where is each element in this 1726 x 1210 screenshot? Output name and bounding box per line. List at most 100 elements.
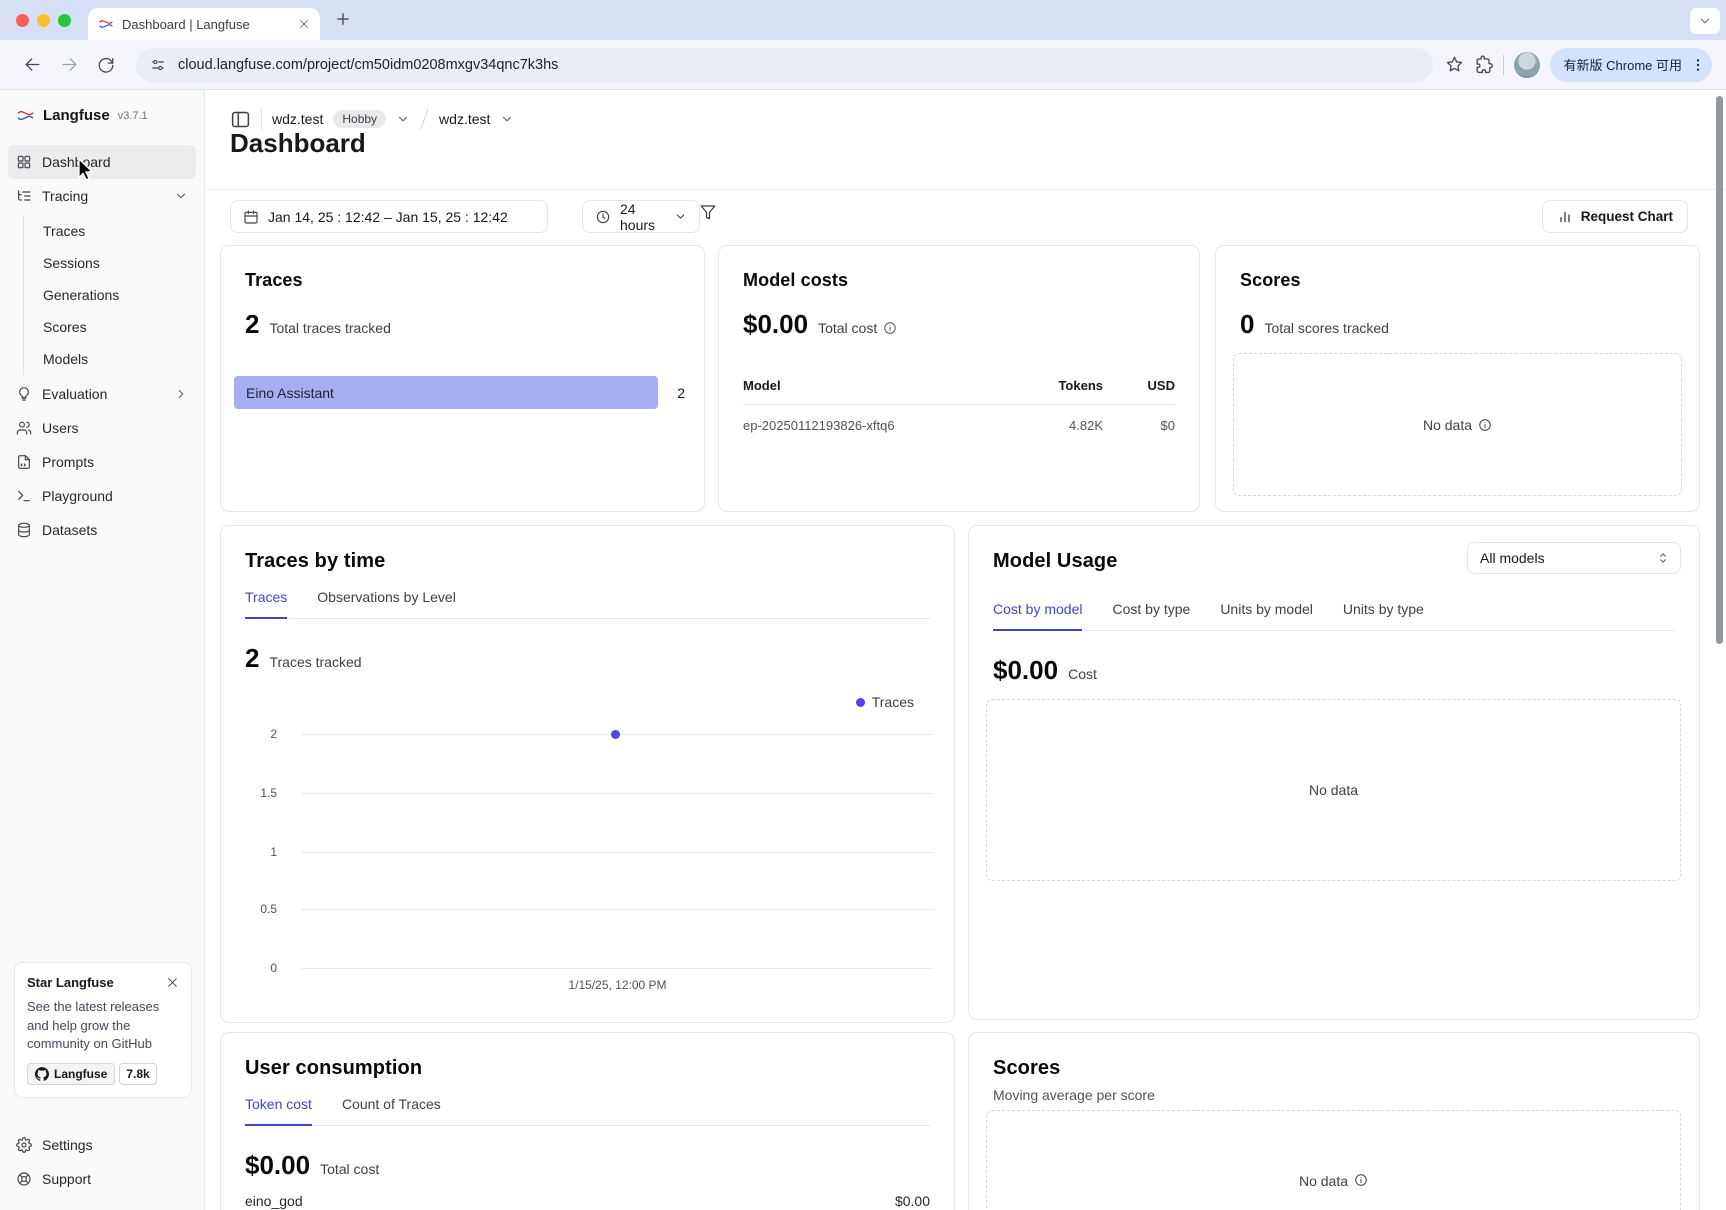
sidebar-item-dashboard[interactable]: Dashboard — [8, 145, 196, 179]
extensions-icon[interactable] — [1474, 55, 1493, 74]
tab-close-icon[interactable] — [298, 18, 310, 30]
sidebar: Langfuse v3.7.1 Dashboard Tracing Tra — [0, 90, 205, 1210]
clock-icon — [595, 209, 611, 225]
scores-bottom-empty-state: No data — [986, 1110, 1681, 1210]
grid-icon — [16, 154, 32, 170]
tab-units-by-model[interactable]: Units by model — [1220, 601, 1313, 630]
model-costs-table: Model Tokens USD ep-20250112193826-xftq6… — [743, 378, 1175, 433]
gridline — [301, 852, 934, 853]
close-icon[interactable] — [166, 976, 179, 989]
model-usage-value: $0.00 — [993, 655, 1058, 686]
scores-card: Scores 0 Total scores tracked No data — [1215, 245, 1700, 512]
date-range-picker[interactable]: Jan 14, 25 : 12:42 – Jan 15, 25 : 12:42 — [230, 200, 548, 233]
tab-list-chevron-icon[interactable] — [1690, 8, 1720, 34]
sidebar-toggle-icon[interactable] — [230, 109, 251, 130]
request-chart-button[interactable]: Request Chart — [1542, 200, 1688, 233]
tab-cost-by-model[interactable]: Cost by model — [993, 601, 1082, 631]
close-window-button[interactable] — [16, 14, 29, 27]
profile-avatar[interactable] — [1514, 52, 1540, 78]
sidebar-item-generations[interactable]: Generations — [24, 279, 196, 311]
brand-version: v3.7.1 — [118, 110, 148, 122]
sidebar-item-models[interactable]: Models — [24, 343, 196, 375]
browser-toolbar: cloud.langfuse.com/project/cm50idm0208mx… — [0, 40, 1726, 90]
user-consumption-value: $0.00 — [245, 1150, 310, 1181]
sidebar-item-datasets[interactable]: Datasets — [8, 513, 196, 547]
model-costs-card: Model costs $0.00 Total cost Model Token… — [718, 245, 1200, 512]
sidebar-item-scores[interactable]: Scores — [24, 311, 196, 343]
url-text[interactable]: cloud.langfuse.com/project/cm50idm0208mx… — [178, 57, 558, 73]
scores-card-title: Scores — [1240, 270, 1675, 291]
traces-card-title: Traces — [245, 270, 680, 291]
traces-by-time-tabs: Traces Observations by Level — [245, 589, 930, 619]
chevron-down-icon — [174, 189, 188, 203]
model-costs-title: Model costs — [743, 270, 1175, 291]
tab-count-of-traces[interactable]: Count of Traces — [342, 1096, 441, 1125]
sidebar-item-tracing[interactable]: Tracing — [8, 179, 196, 213]
new-tab-icon[interactable] — [334, 10, 352, 28]
model-usd: $0 — [1103, 418, 1175, 433]
tab-token-cost[interactable]: Token cost — [245, 1096, 312, 1126]
mouse-cursor — [76, 158, 96, 185]
site-info-icon[interactable] — [150, 57, 166, 73]
tab-observations-by-level[interactable]: Observations by Level — [317, 589, 456, 618]
all-models-select[interactable]: All models — [1467, 542, 1681, 574]
user-consumption-tabs: Token cost Count of Traces — [245, 1096, 930, 1126]
terminal-icon — [16, 488, 32, 504]
traces-by-time-card: Traces by time Traces Observations by Le… — [220, 525, 955, 1023]
project-name[interactable]: wdz.test — [439, 111, 490, 127]
scores-empty-state: No data — [1233, 353, 1682, 496]
traces-bar[interactable]: Eino Assistant — [234, 376, 658, 409]
org-name[interactable]: wdz.test — [272, 111, 323, 127]
github-star-count[interactable]: 7.8k — [119, 1063, 156, 1085]
minimize-window-button[interactable] — [37, 14, 50, 27]
tab-traces[interactable]: Traces — [245, 589, 287, 619]
sidebar-item-users[interactable]: Users — [8, 411, 196, 445]
sidebar-item-sessions[interactable]: Sessions — [24, 247, 196, 279]
sidebar-item-traces[interactable]: Traces — [24, 215, 196, 247]
sidebar-item-settings[interactable]: Settings — [8, 1128, 196, 1162]
filter-funnel-icon[interactable] — [699, 203, 717, 221]
info-icon[interactable] — [1478, 418, 1492, 432]
org-chevron-down-icon[interactable] — [396, 112, 410, 126]
github-icon — [35, 1067, 49, 1081]
back-icon[interactable] — [23, 55, 42, 74]
url-bar[interactable]: cloud.langfuse.com/project/cm50idm0208mx… — [136, 48, 1433, 82]
sidebar-item-prompts[interactable]: Prompts — [8, 445, 196, 479]
langfuse-logo-icon — [16, 106, 35, 125]
info-icon[interactable] — [1354, 1173, 1368, 1187]
browser-menu-icon[interactable] — [1690, 57, 1706, 73]
bookmark-star-icon[interactable] — [1445, 55, 1464, 74]
sidebar-item-evaluation[interactable]: Evaluation — [8, 377, 196, 411]
scores-moving-average-card: Scores Moving average per score No data — [968, 1032, 1700, 1210]
user-consumption-title: User consumption — [245, 1057, 930, 1080]
page-scrollbar[interactable] — [1716, 96, 1723, 644]
interval-select[interactable]: 24 hours — [582, 200, 700, 233]
sidebar-item-playground[interactable]: Playground — [8, 479, 196, 513]
star-card-title: Star Langfuse — [27, 975, 114, 990]
reload-icon[interactable] — [97, 56, 115, 74]
table-row: ep-20250112193826-xftq6 4.82K $0 — [743, 405, 1175, 433]
maximize-window-button[interactable] — [58, 14, 71, 27]
forward-icon[interactable] — [60, 55, 79, 74]
chrome-update-button[interactable]: 有新版 Chrome 可用 — [1550, 48, 1712, 82]
tab-cost-by-type[interactable]: Cost by type — [1112, 601, 1190, 630]
traces-bar-row: Eino Assistant 2 — [234, 376, 691, 409]
project-chevron-down-icon[interactable] — [500, 112, 514, 126]
model-name: ep-20250112193826-xftq6 — [743, 418, 1013, 433]
info-icon[interactable] — [883, 321, 897, 335]
github-repo-badge[interactable]: Langfuse — [27, 1063, 115, 1085]
tab-units-by-type[interactable]: Units by type — [1343, 601, 1424, 630]
model-costs-value: $0.00 — [743, 309, 808, 340]
model-usage-card: Model Usage All models Cost by model Cos… — [968, 525, 1700, 1020]
header-divider — [205, 189, 1726, 190]
browser-tab[interactable]: Dashboard | Langfuse — [88, 8, 320, 40]
users-icon — [16, 420, 32, 436]
sidebar-item-support[interactable]: Support — [8, 1162, 196, 1196]
user-consumption-label: Total cost — [320, 1161, 379, 1177]
table-header-row: Model Tokens USD — [743, 378, 1175, 405]
gridline — [301, 793, 934, 794]
data-point[interactable] — [611, 730, 620, 739]
window-controls[interactable] — [16, 14, 71, 27]
langfuse-favicon — [98, 16, 114, 32]
legend-dot — [856, 698, 865, 707]
